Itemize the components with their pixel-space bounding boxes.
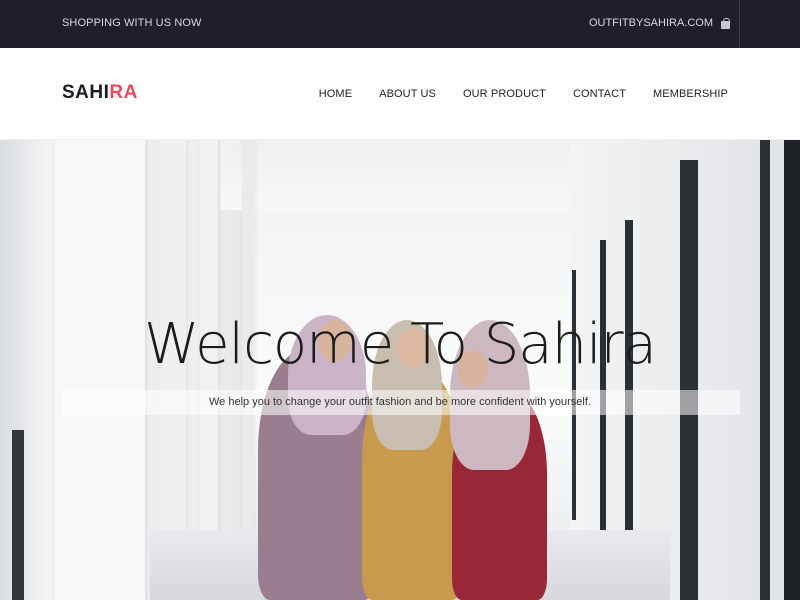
hero-banner: Welcome To Sahira We help you to change … (0, 140, 800, 600)
nav-menu: HOME ABOUT US OUR PRODUCT CONTACT MEMBER… (292, 88, 728, 100)
topbar-tagline: SHOPPING WITH US NOW (62, 17, 202, 29)
nav-item-contact[interactable]: CONTACT (573, 88, 626, 100)
shopping-bag-icon (721, 17, 730, 29)
site-logo[interactable]: SAHIRA (62, 82, 138, 104)
hero-subtitle: We help you to change your outfit fashio… (209, 396, 591, 408)
logo-accent: RA (109, 82, 138, 103)
nav-item-about-us[interactable]: ABOUT US (379, 88, 436, 100)
top-bar: SHOPPING WITH US NOW OUTFITBYSAHIRA.COM (0, 0, 800, 48)
nav-item-membership[interactable]: MEMBERSHIP (653, 88, 728, 100)
site-link[interactable]: OUTFITBYSAHIRA.COM (589, 17, 730, 29)
main-navbar: SAHIRA HOME ABOUT US OUR PRODUCT CONTACT… (0, 48, 800, 140)
nav-item-home[interactable]: HOME (319, 88, 352, 100)
topbar-divider (739, 0, 740, 48)
nav-item-our-product[interactable]: OUR PRODUCT (463, 88, 546, 100)
hero-title: Welcome To Sahira (144, 312, 657, 377)
logo-primary: SAHI (62, 82, 110, 103)
site-link-label: OUTFITBYSAHIRA.COM (588, 17, 713, 29)
